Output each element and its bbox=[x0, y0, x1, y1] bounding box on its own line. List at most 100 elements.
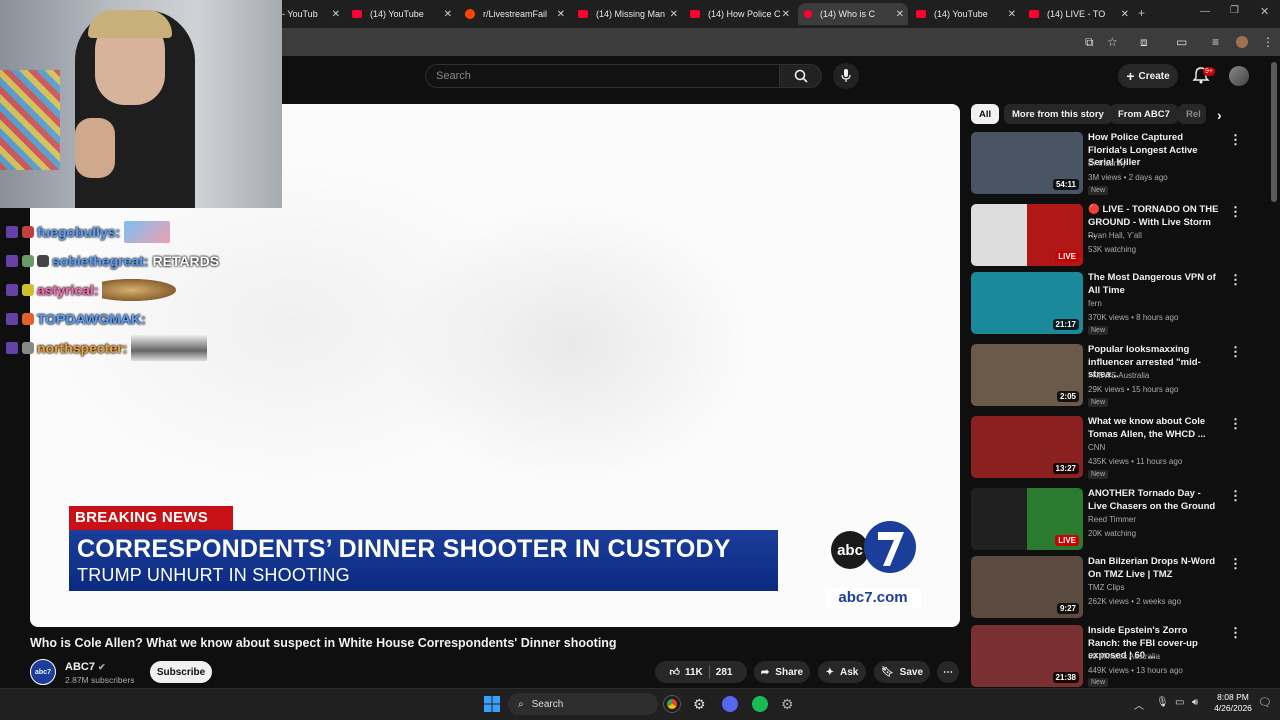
recommendation-title[interactable]: ANOTHER Tornado Day - Live Chasers on th… bbox=[1088, 488, 1220, 513]
ask-label: Ask bbox=[840, 666, 859, 678]
more-vert-icon[interactable]: ⋮ bbox=[1229, 625, 1242, 641]
recommendation-item[interactable]: 21:17 The Most Dangerous VPN of All Time… bbox=[971, 272, 1261, 336]
subscribe-button[interactable]: Subscribe bbox=[150, 661, 212, 683]
channel-avatar[interactable]: abc7 bbox=[30, 659, 56, 685]
media-control-icon[interactable]: ≡ bbox=[1212, 35, 1219, 49]
recommendation-channel[interactable]: TMZ Clips bbox=[1088, 583, 1124, 592]
account-avatar[interactable] bbox=[1229, 66, 1249, 86]
volume-icon[interactable]: 🔊︎ bbox=[1192, 697, 1198, 708]
ask-button[interactable]: ✦ Ask bbox=[818, 661, 866, 683]
recommendation-item[interactable]: 21:38 Inside Epstein's Zorro Ranch: the … bbox=[971, 625, 1261, 687]
youtube-icon bbox=[690, 10, 700, 18]
video-thumbnail[interactable]: 9:27 bbox=[971, 556, 1083, 618]
recommendation-title[interactable]: What we know about Cole Tomas Allen, the… bbox=[1088, 416, 1220, 441]
twitch-badge-icon bbox=[6, 313, 18, 325]
recommendation-channel[interactable]: 60 Minutes Australia bbox=[1088, 652, 1160, 661]
create-button[interactable]: + Create bbox=[1118, 64, 1178, 88]
close-tab-icon[interactable]: ✕ bbox=[896, 9, 904, 20]
like-button[interactable]: 👍︎ 11K bbox=[670, 666, 703, 679]
spotify-icon[interactable] bbox=[752, 696, 768, 712]
close-window-icon[interactable]: ✕ bbox=[1260, 5, 1269, 18]
extensions-icon[interactable]: ⧈ bbox=[1140, 35, 1148, 50]
reddit-icon bbox=[465, 9, 475, 19]
close-tab-icon[interactable]: ✕ bbox=[444, 9, 452, 20]
browser-tab[interactable]: (14) Missing Man ✕ bbox=[578, 3, 682, 25]
more-vert-icon[interactable]: ⋮ bbox=[1229, 204, 1242, 220]
discord-icon[interactable] bbox=[722, 696, 738, 712]
chip-from-abc7[interactable]: From ABC7 bbox=[1110, 104, 1178, 124]
recommendation-item[interactable]: 9:27 Dan Bilzerian Drops N-Word On TMZ L… bbox=[971, 556, 1261, 620]
search-input[interactable]: Search bbox=[425, 64, 780, 88]
comment-count[interactable]: 281 bbox=[716, 667, 733, 678]
chrome-icon[interactable] bbox=[664, 696, 680, 712]
recommendation-title[interactable]: The Most Dangerous VPN of All Time bbox=[1088, 272, 1220, 297]
save-button[interactable]: 🔖︎ Save bbox=[874, 661, 930, 683]
recommendation-item[interactable]: 54:11 How Police Captured Florida's Long… bbox=[971, 132, 1261, 196]
windows-start-icon[interactable] bbox=[484, 696, 500, 712]
browser-tab[interactable]: - YouTub ✕ bbox=[282, 3, 344, 25]
browser-tab[interactable]: (14) LIVE - TO ✕ bbox=[1029, 3, 1133, 25]
more-vert-icon[interactable]: ⋮ bbox=[1229, 416, 1242, 432]
page-scrollbar[interactable] bbox=[1271, 62, 1277, 202]
search-button[interactable] bbox=[780, 64, 822, 88]
recommendation-channel[interactable]: Ryan Hall, Y'all bbox=[1088, 231, 1142, 240]
app-gear-icon[interactable]: ⚙ bbox=[781, 696, 794, 713]
taskbar-search[interactable]: ⌕ Search bbox=[508, 693, 658, 715]
menu-kebab-icon[interactable]: ⋮ bbox=[1262, 35, 1274, 49]
close-tab-icon[interactable]: ✕ bbox=[332, 9, 340, 20]
recommendation-item[interactable]: 2:05 Popular looksmaxxing influencer arr… bbox=[971, 344, 1261, 408]
close-tab-icon[interactable]: ✕ bbox=[782, 9, 790, 20]
minimize-icon[interactable]: — bbox=[1200, 6, 1210, 17]
chip-related[interactable]: Rel bbox=[1178, 104, 1206, 124]
video-thumbnail[interactable]: LIVE bbox=[971, 204, 1083, 266]
voice-search-button[interactable] bbox=[833, 63, 859, 89]
chip-all[interactable]: All bbox=[971, 104, 1000, 124]
new-tab-icon[interactable]: + bbox=[1138, 6, 1145, 20]
close-tab-icon[interactable]: ✕ bbox=[1121, 9, 1129, 20]
notification-center-icon[interactable]: 🗨︎ bbox=[1258, 696, 1272, 709]
recommendation-title[interactable]: Dan Bilzerian Drops N-Word On TMZ Live |… bbox=[1088, 556, 1220, 581]
share-button[interactable]: ➦ Share bbox=[754, 661, 810, 683]
recommendation-channel[interactable]: fern bbox=[1088, 299, 1102, 308]
channel-name[interactable]: ABC7 ✔ bbox=[65, 661, 106, 673]
browser-tab-active[interactable]: (14) Who is C ✕ bbox=[798, 3, 908, 25]
recommendation-channel[interactable]: Dr Insanity bbox=[1088, 159, 1126, 168]
video-thumbnail[interactable]: 21:38 bbox=[971, 625, 1083, 687]
chip-more-from-story[interactable]: More from this story bbox=[1004, 104, 1112, 124]
recommendation-item[interactable]: LIVE ANOTHER Tornado Day - Live Chasers … bbox=[971, 488, 1261, 552]
taskbar-clock[interactable]: 8:08 PM 4/26/2026 bbox=[1210, 692, 1256, 714]
microphone-tray-icon[interactable]: 🎙︎ bbox=[1156, 697, 1169, 708]
maximize-icon[interactable]: ❐ bbox=[1230, 5, 1239, 16]
chevron-right-icon[interactable]: › bbox=[1217, 107, 1222, 123]
settings-gear-icon[interactable]: ⚙ bbox=[693, 696, 706, 713]
more-vert-icon[interactable]: ⋮ bbox=[1229, 488, 1242, 504]
more-actions-button[interactable]: ⋯ bbox=[937, 661, 959, 683]
browser-tab[interactable]: (14) How Police C ✕ bbox=[690, 3, 794, 25]
browser-tab[interactable]: (14) YouTube ✕ bbox=[352, 3, 456, 25]
recommendation-channel[interactable]: 7NEWS Australia bbox=[1088, 371, 1149, 380]
recommendation-item[interactable]: 13:27 What we know about Cole Tomas Alle… bbox=[971, 416, 1261, 480]
recommendation-channel[interactable]: CNN bbox=[1088, 443, 1105, 452]
video-thumbnail[interactable]: 21:17 bbox=[971, 272, 1083, 334]
tray-chevron-up-icon[interactable]: ︿ bbox=[1134, 697, 1144, 712]
close-tab-icon[interactable]: ✕ bbox=[1008, 9, 1016, 20]
video-thumbnail[interactable]: 2:05 bbox=[971, 344, 1083, 406]
recommendation-channel[interactable]: Reed Timmer bbox=[1088, 515, 1136, 524]
video-thumbnail[interactable]: 54:11 bbox=[971, 132, 1083, 194]
more-vert-icon[interactable]: ⋮ bbox=[1229, 272, 1242, 288]
more-vert-icon[interactable]: ⋮ bbox=[1229, 344, 1242, 360]
bookmark-star-icon[interactable]: ☆ bbox=[1107, 35, 1118, 49]
sidebar-icon[interactable]: ▭ bbox=[1176, 35, 1187, 49]
video-thumbnail[interactable]: LIVE bbox=[971, 488, 1083, 550]
video-thumbnail[interactable]: 13:27 bbox=[971, 416, 1083, 478]
browser-tab[interactable]: r/LivestreamFail ✕ bbox=[465, 3, 569, 25]
close-tab-icon[interactable]: ✕ bbox=[670, 9, 678, 20]
profile-avatar[interactable] bbox=[1236, 36, 1248, 48]
more-vert-icon[interactable]: ⋮ bbox=[1229, 132, 1242, 148]
recommendation-item[interactable]: LIVE 🔴 LIVE - TORNADO ON THE GROUND - Wi… bbox=[971, 204, 1261, 268]
browser-tab[interactable]: (14) YouTube ✕ bbox=[916, 3, 1020, 25]
network-icon[interactable]: ▭ bbox=[1175, 697, 1184, 708]
close-tab-icon[interactable]: ✕ bbox=[557, 9, 565, 20]
install-app-icon[interactable]: ⧉ bbox=[1085, 35, 1094, 50]
more-vert-icon[interactable]: ⋮ bbox=[1229, 556, 1242, 572]
